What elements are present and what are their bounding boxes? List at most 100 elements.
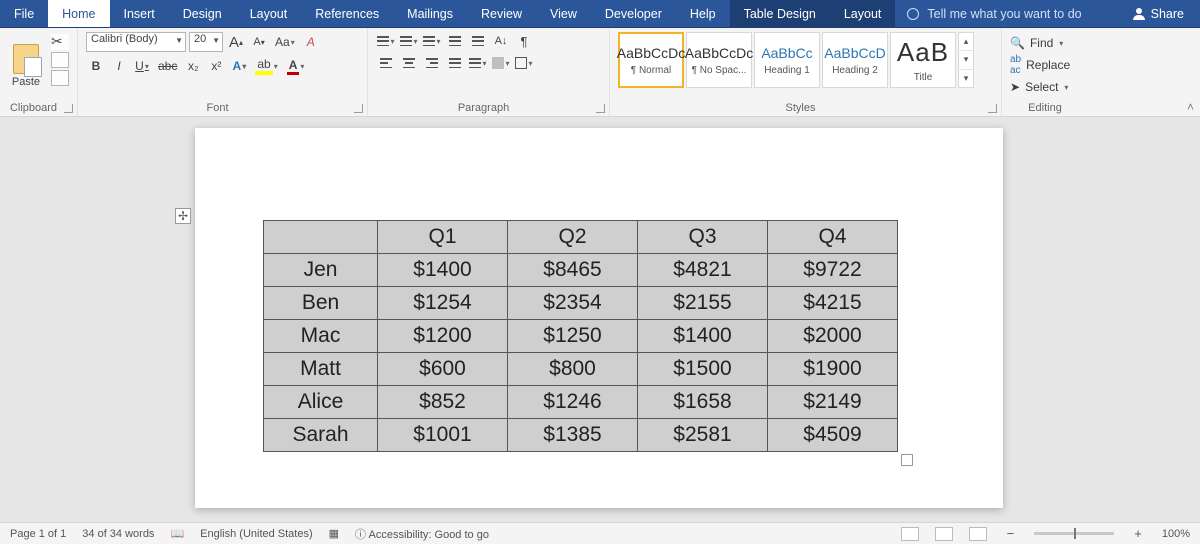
data-cell[interactable]: $2000 bbox=[768, 320, 898, 353]
row-name-cell[interactable]: Ben bbox=[264, 287, 378, 320]
data-cell[interactable]: $1500 bbox=[638, 353, 768, 386]
data-cell[interactable]: $4215 bbox=[768, 287, 898, 320]
tab-mailings[interactable]: Mailings bbox=[393, 0, 467, 27]
tab-references[interactable]: References bbox=[301, 0, 393, 27]
data-cell[interactable]: $8465 bbox=[508, 254, 638, 287]
down-icon[interactable]: ▾ bbox=[959, 51, 973, 69]
table-header-q2[interactable]: Q2 bbox=[508, 221, 638, 254]
data-cell[interactable]: $1246 bbox=[508, 386, 638, 419]
format-painter-button[interactable] bbox=[51, 70, 69, 86]
align-center-button[interactable] bbox=[399, 54, 419, 72]
change-case-button[interactable]: Aa▾ bbox=[272, 32, 298, 52]
macro-icon[interactable]: ▦ bbox=[329, 527, 339, 540]
align-left-button[interactable] bbox=[376, 54, 396, 72]
collapse-ribbon-button[interactable]: ˄ bbox=[1187, 100, 1194, 114]
print-layout-button[interactable] bbox=[935, 527, 953, 541]
dialog-launcher-icon[interactable] bbox=[64, 104, 73, 113]
table-header-q1[interactable]: Q1 bbox=[378, 221, 508, 254]
styles-gallery-nav[interactable]: ▴▾▾ bbox=[958, 32, 974, 88]
find-button[interactable]: 🔍 Find ▾ bbox=[1010, 34, 1090, 52]
data-cell[interactable]: $1001 bbox=[378, 419, 508, 452]
style--normal[interactable]: AaBbCcDc¶ Normal bbox=[618, 32, 684, 88]
data-cell[interactable]: $800 bbox=[508, 353, 638, 386]
font-size-combo[interactable]: 20 ▼ bbox=[189, 32, 223, 52]
text-effects-button[interactable]: A▾ bbox=[229, 56, 249, 76]
data-cell[interactable]: $2581 bbox=[638, 419, 768, 452]
align-right-button[interactable] bbox=[422, 54, 442, 72]
justify-button[interactable] bbox=[445, 54, 465, 72]
decrease-indent-button[interactable] bbox=[445, 32, 465, 50]
web-layout-button[interactable] bbox=[969, 527, 987, 541]
cut-button[interactable]: ✂ bbox=[51, 34, 69, 50]
table-move-handle[interactable]: ✢ bbox=[175, 208, 191, 224]
style--no-spac-[interactable]: AaBbCcDc¶ No Spac... bbox=[686, 32, 752, 88]
styles-gallery[interactable]: AaBbCcDc¶ NormalAaBbCcDc¶ No Spac... AaBb… bbox=[618, 32, 993, 88]
read-mode-button[interactable] bbox=[901, 527, 919, 541]
copy-button[interactable] bbox=[51, 52, 69, 68]
zoom-value[interactable]: 100% bbox=[1162, 528, 1190, 540]
show-marks-button[interactable]: ¶ bbox=[514, 32, 534, 50]
dialog-launcher-icon[interactable] bbox=[988, 104, 997, 113]
tab-file[interactable]: File bbox=[0, 0, 48, 27]
clear-formatting-button[interactable]: A bbox=[301, 32, 321, 52]
replace-button[interactable]: abac Replace bbox=[1010, 56, 1090, 74]
dialog-launcher-icon[interactable] bbox=[596, 104, 605, 113]
row-name-cell[interactable]: Sarah bbox=[264, 419, 378, 452]
data-cell[interactable]: $1900 bbox=[768, 353, 898, 386]
bullets-button[interactable]: ▾ bbox=[376, 32, 396, 50]
data-cell[interactable]: $2149 bbox=[768, 386, 898, 419]
tab-layout[interactable]: Layout bbox=[236, 0, 302, 27]
data-cell[interactable]: $1250 bbox=[508, 320, 638, 353]
data-cell[interactable]: $852 bbox=[378, 386, 508, 419]
status-words[interactable]: 34 of 34 words bbox=[82, 528, 154, 540]
multilevel-button[interactable]: ▾ bbox=[422, 32, 442, 50]
table-row[interactable]: Mac$1200$1250$1400$2000 bbox=[264, 320, 898, 353]
spellcheck-icon[interactable]: 📖 bbox=[170, 527, 184, 540]
font-name-combo[interactable]: Calibri (Body) ▼ bbox=[86, 32, 186, 52]
row-name-cell[interactable]: Mac bbox=[264, 320, 378, 353]
dialog-launcher-icon[interactable] bbox=[354, 104, 363, 113]
tab-view[interactable]: View bbox=[536, 0, 591, 27]
data-cell[interactable]: $2354 bbox=[508, 287, 638, 320]
shrink-font-button[interactable]: A▾ bbox=[249, 32, 269, 52]
data-cell[interactable]: $1200 bbox=[378, 320, 508, 353]
tab-table-design[interactable]: Table Design bbox=[730, 0, 830, 27]
subscript-button[interactable]: x₂ bbox=[183, 56, 203, 76]
bold-button[interactable]: B bbox=[86, 56, 106, 76]
paste-button[interactable]: Paste bbox=[8, 32, 44, 88]
sort-button[interactable]: A↓ bbox=[491, 32, 511, 50]
up-icon[interactable]: ▴ bbox=[959, 33, 973, 51]
data-cell[interactable]: $600 bbox=[378, 353, 508, 386]
tab-help[interactable]: Help bbox=[676, 0, 730, 27]
tab-review[interactable]: Review bbox=[467, 0, 536, 27]
document-workspace[interactable]: ✢ Q1Q2Q3Q4Jen$1400$8465$4821$9722Ben$125… bbox=[0, 117, 1200, 522]
table-row[interactable]: Alice$852$1246$1658$2149 bbox=[264, 386, 898, 419]
tab-design[interactable]: Design bbox=[169, 0, 236, 27]
table-header-q4[interactable]: Q4 bbox=[768, 221, 898, 254]
style-title[interactable]: AaBTitle bbox=[890, 32, 956, 88]
tab-table-layout[interactable]: Layout bbox=[830, 0, 896, 27]
select-button[interactable]: ➤ Select ▾ bbox=[1010, 78, 1090, 96]
data-cell[interactable]: $1658 bbox=[638, 386, 768, 419]
tell-me-search[interactable]: Tell me what you want to do bbox=[895, 0, 1116, 27]
zoom-out-button[interactable]: − bbox=[1003, 526, 1019, 541]
accessibility-status[interactable]: ⓘ Accessibility: Good to go bbox=[355, 526, 489, 542]
status-language[interactable]: English (United States) bbox=[200, 528, 313, 540]
data-cell[interactable]: $4509 bbox=[768, 419, 898, 452]
style-heading-2[interactable]: AaBbCcDHeading 2 bbox=[822, 32, 888, 88]
data-cell[interactable]: $1254 bbox=[378, 287, 508, 320]
highlight-button[interactable]: ab▾ bbox=[252, 56, 280, 76]
superscript-button[interactable]: x² bbox=[206, 56, 226, 76]
row-name-cell[interactable]: Alice bbox=[264, 386, 378, 419]
status-page[interactable]: Page 1 of 1 bbox=[10, 528, 66, 540]
table-resize-handle[interactable] bbox=[901, 454, 913, 466]
table-row[interactable]: Sarah$1001$1385$2581$4509 bbox=[264, 419, 898, 452]
italic-button[interactable]: I bbox=[109, 56, 129, 76]
data-cell[interactable]: $2155 bbox=[638, 287, 768, 320]
grow-font-button[interactable]: A▴ bbox=[226, 32, 246, 52]
share-button[interactable]: Share bbox=[1117, 0, 1200, 27]
tab-insert[interactable]: Insert bbox=[110, 0, 169, 27]
tab-home[interactable]: Home bbox=[48, 0, 109, 27]
font-color-button[interactable]: A▾ bbox=[284, 56, 308, 76]
page[interactable]: ✢ Q1Q2Q3Q4Jen$1400$8465$4821$9722Ben$125… bbox=[195, 128, 1003, 508]
